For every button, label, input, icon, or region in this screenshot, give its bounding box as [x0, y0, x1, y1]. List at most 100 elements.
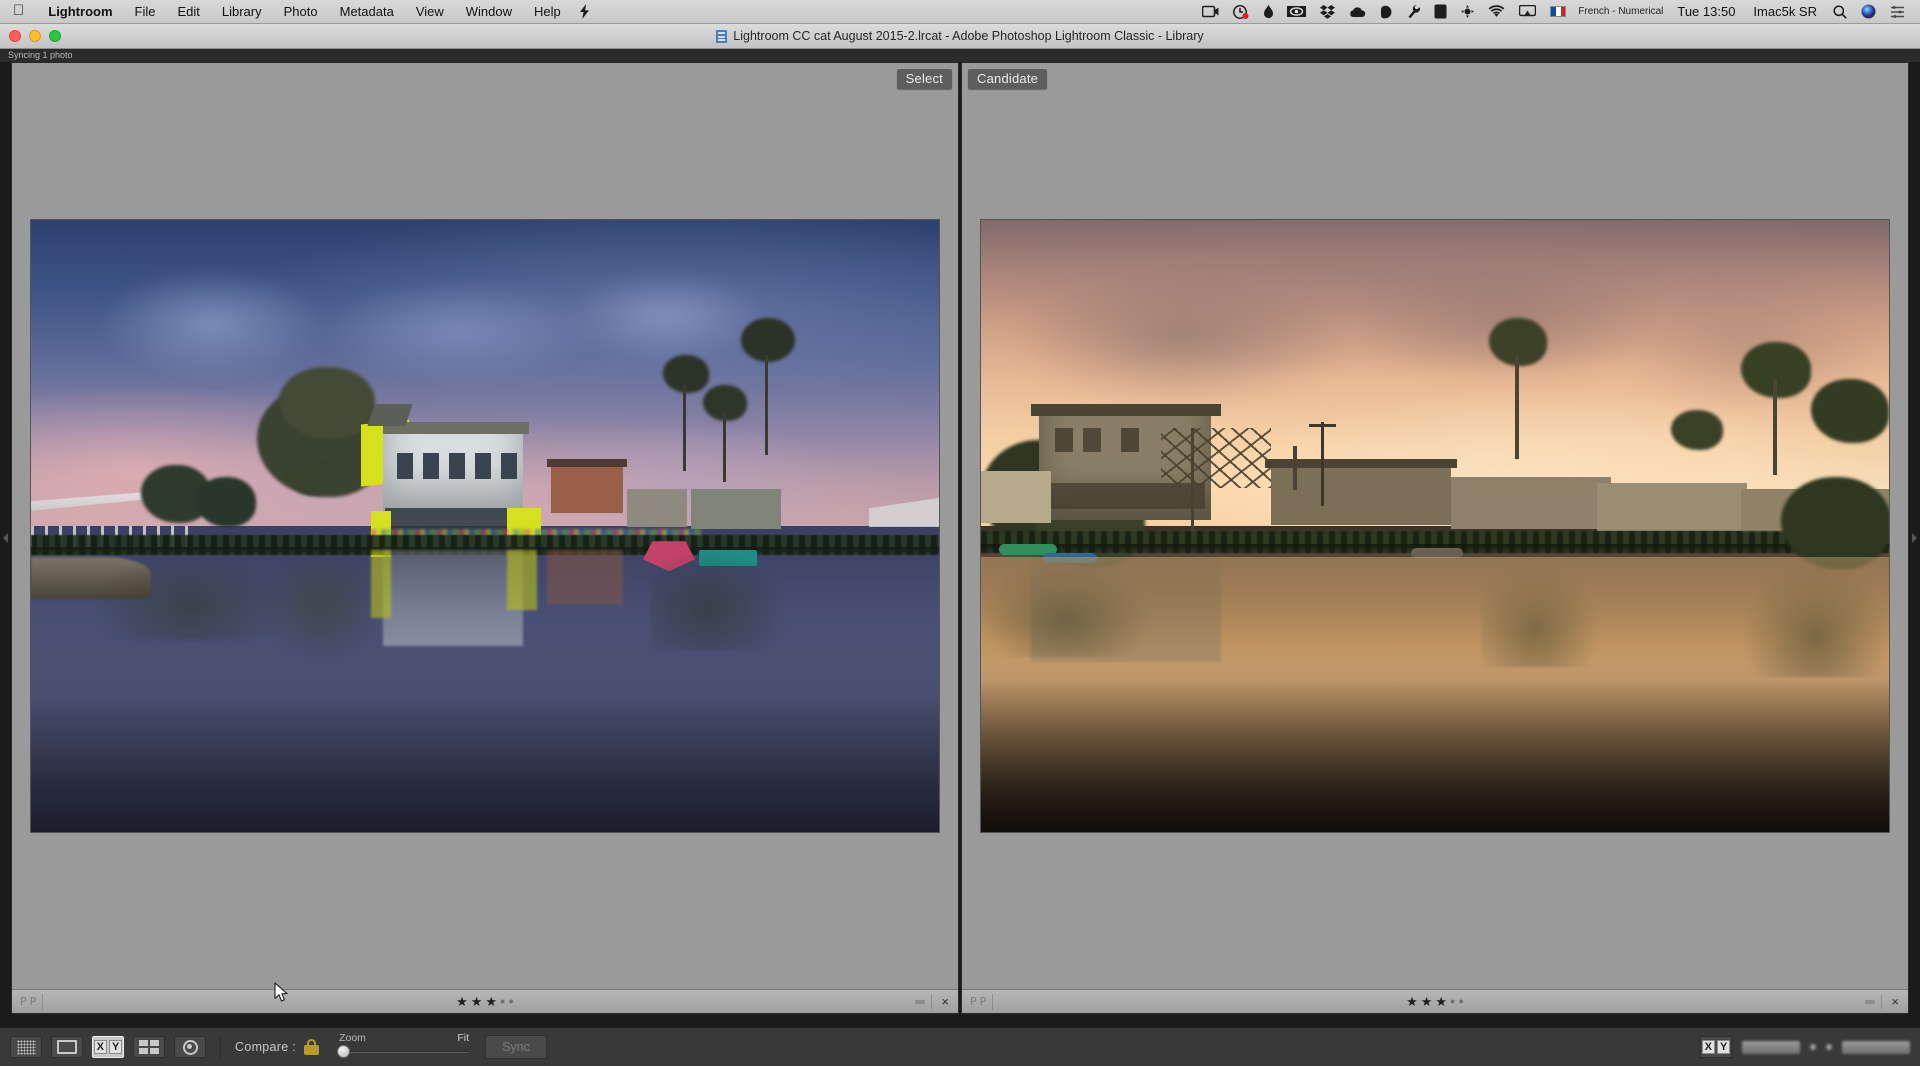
star-empty-4[interactable]: ● [500, 997, 505, 1006]
brick-reflection [547, 550, 623, 605]
star-filled-1[interactable]: ★ [1406, 995, 1418, 1008]
flame-icon[interactable] [1257, 0, 1280, 23]
menubar-user[interactable]: Imac5k SR [1744, 4, 1826, 19]
input-source-label[interactable]: French - Numerical [1573, 6, 1668, 17]
toolbar-right-group: XY [1700, 1036, 1910, 1058]
zoom-slider-group: Zoom Fit [337, 1032, 470, 1062]
palm-crown-4 [1671, 409, 1723, 450]
compare-view-button-right[interactable]: XY [1700, 1036, 1732, 1058]
window-4 [475, 452, 491, 479]
window-5 [501, 452, 517, 479]
far-houses [1597, 483, 1747, 532]
candidate-footer-actions: × [1865, 994, 1904, 1009]
close-select-icon[interactable]: × [938, 995, 952, 1008]
chevron-left-icon [3, 533, 8, 543]
candidate-flag-group[interactable]: P P [966, 993, 994, 1010]
fit-label: Fit [457, 1032, 470, 1044]
menu-item-help[interactable]: Help [523, 0, 572, 23]
select-pane-stage[interactable]: Select [12, 63, 958, 989]
mid-houses-2 [1451, 477, 1611, 530]
survey-icon [139, 1040, 159, 1054]
siri-icon[interactable] [1854, 0, 1883, 23]
left-panel-toggle-arrow[interactable] [0, 62, 11, 1014]
yellow-reflection-right [507, 550, 537, 611]
star-filled-3[interactable]: ★ [1435, 995, 1447, 1008]
palm-trunk-1 [765, 354, 768, 455]
close-button[interactable] [9, 30, 21, 42]
side-cottage [981, 470, 1051, 523]
people-view-button[interactable] [174, 1036, 206, 1058]
star-empty-5[interactable]: ● [1458, 997, 1463, 1006]
time-machine-record-icon[interactable] [1226, 0, 1257, 23]
flag-pick-icon[interactable]: P [970, 996, 977, 1007]
dropbox-icon[interactable] [1313, 0, 1342, 23]
zoom-slider-thumb[interactable] [337, 1045, 351, 1058]
star-filled-3[interactable]: ★ [485, 995, 497, 1008]
select-flag-group[interactable]: P P [16, 993, 44, 1010]
wifi-icon[interactable] [1481, 0, 1512, 23]
evernote-icon[interactable] [1373, 0, 1401, 23]
candidate-photo[interactable] [981, 220, 1889, 832]
far-house [627, 489, 687, 528]
star-empty-5[interactable]: ● [508, 997, 513, 1006]
menu-item-lightroom[interactable]: Lightroom [37, 0, 123, 23]
lightning-bolt-icon[interactable] [572, 0, 597, 23]
far-house-2 [691, 489, 781, 530]
select-rating[interactable]: ★ ★ ★ ● ● [456, 995, 514, 1008]
search-icon[interactable] [1826, 0, 1854, 23]
compare-view-button[interactable]: XY [92, 1036, 124, 1058]
screen-recording-icon[interactable] [1195, 0, 1226, 23]
palm-crown-3 [1811, 379, 1889, 444]
sync-button[interactable]: Sync [485, 1035, 547, 1059]
menubar-status-group: French - Numerical Tue 13:50 Imac5k SR [1195, 0, 1920, 23]
menu-item-metadata[interactable]: Metadata [329, 0, 405, 23]
toolbar-dot-2[interactable] [1826, 1044, 1832, 1050]
battery-icon[interactable] [1427, 0, 1454, 23]
minimize-button[interactable] [29, 30, 41, 42]
star-filled-2[interactable]: ★ [1421, 995, 1433, 1008]
menu-item-library[interactable]: Library [211, 0, 273, 23]
collapse-handle[interactable] [915, 999, 926, 1004]
input-source-flag-icon[interactable] [1543, 0, 1573, 23]
survey-view-button[interactable] [133, 1036, 165, 1058]
lock-icon[interactable] [304, 1039, 320, 1055]
toolbar-chip-1[interactable] [1742, 1040, 1800, 1054]
airplay-icon[interactable] [1512, 0, 1543, 23]
menu-item-window[interactable]: Window [455, 0, 523, 23]
xy-compare-icon: XY [93, 1040, 123, 1054]
toolbar-chip-2[interactable] [1842, 1040, 1910, 1054]
menu-item-edit[interactable]: Edit [166, 0, 210, 23]
nvidia-icon[interactable] [1280, 0, 1313, 23]
star-empty-4[interactable]: ● [1450, 997, 1455, 1006]
water-vignette [31, 611, 939, 832]
zoom-button[interactable] [49, 30, 61, 42]
menubar-clock[interactable]: Tue 13:50 [1668, 4, 1744, 19]
close-candidate-icon[interactable]: × [1888, 995, 1902, 1008]
toolbar-dot-1[interactable] [1810, 1044, 1816, 1050]
cloud-icon[interactable] [1342, 0, 1373, 23]
palm-trunk-3 [723, 409, 726, 482]
control-center-icon[interactable] [1883, 0, 1912, 23]
flag-reject-icon[interactable]: P [30, 996, 37, 1007]
navigation-icon[interactable] [1454, 0, 1481, 23]
flag-pick-icon[interactable]: P [20, 996, 27, 1007]
grid-view-button[interactable] [10, 1036, 42, 1058]
menu-item-photo[interactable]: Photo [273, 0, 329, 23]
candidate-pane-stage[interactable]: Candidate [962, 63, 1908, 989]
loupe-view-button[interactable] [51, 1036, 83, 1058]
apple-logo-icon[interactable]:  [0, 3, 37, 18]
star-filled-2[interactable]: ★ [471, 995, 483, 1008]
right-panel-toggle-arrow[interactable] [1909, 62, 1920, 1014]
menu-item-view[interactable]: View [405, 0, 455, 23]
menu-item-file[interactable]: File [124, 0, 167, 23]
flag-reject-icon[interactable]: P [980, 996, 987, 1007]
collapse-handle[interactable] [1865, 999, 1876, 1004]
brick-house-roof [547, 458, 627, 467]
star-filled-1[interactable]: ★ [456, 995, 468, 1008]
select-photo[interactable] [31, 220, 939, 832]
candidate-rating[interactable]: ★ ★ ★ ● ● [1406, 995, 1464, 1008]
zoom-slider-track[interactable] [339, 1051, 470, 1053]
select-footer-actions: × [915, 994, 954, 1009]
wrench-icon[interactable] [1401, 0, 1427, 23]
footer-divider [1881, 994, 1883, 1009]
